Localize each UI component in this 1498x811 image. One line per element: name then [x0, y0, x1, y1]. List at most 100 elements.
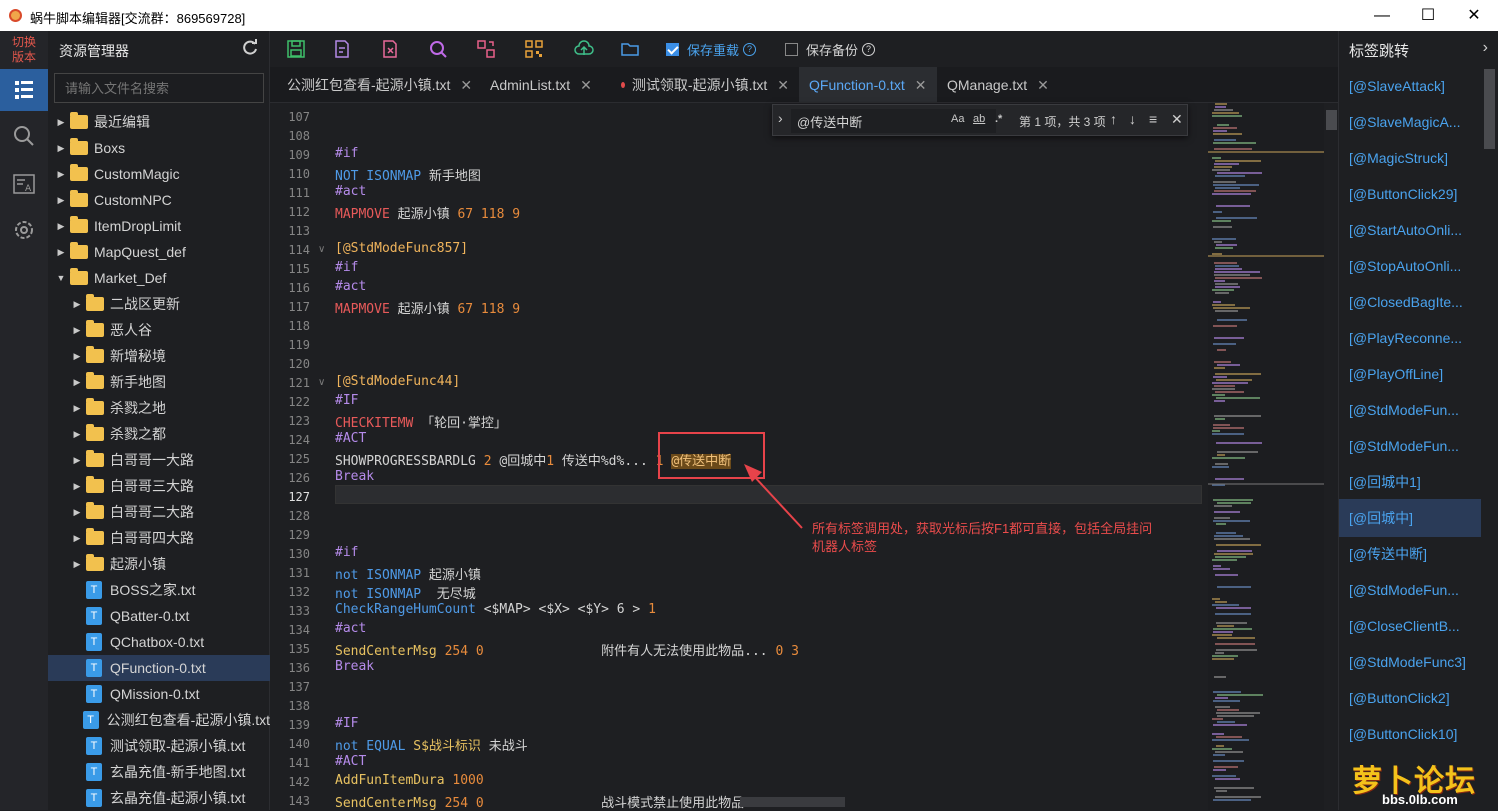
label-jump-item[interactable]: [@SlaveAttack] [1339, 67, 1481, 105]
chevron-right-icon[interactable]: ▶ [72, 481, 82, 492]
editor-tab[interactable]: QManage.txt ✕ [937, 67, 1059, 103]
label-jump-item[interactable]: [@ClosedBagIte... [1339, 283, 1481, 321]
settings-activity-button[interactable] [0, 209, 48, 251]
label-jump-item[interactable]: [@传送中断] [1339, 535, 1481, 573]
tree-folder[interactable]: ▼ Market_Def [48, 265, 270, 291]
save-reload-checkbox[interactable] [666, 42, 679, 56]
label-jump-item[interactable]: [@StdModeFun... [1339, 571, 1481, 609]
tree-folder[interactable]: ▶ 二战区更新 [48, 291, 270, 317]
code-line[interactable]: CheckRangeHumCount <$MAP> <$X> <$Y> 6 > … [335, 602, 656, 617]
tree-file[interactable]: T QFunction-0.txt [48, 655, 270, 681]
code-line[interactable]: not ISONMAP 无尽城 [335, 583, 476, 602]
edit-file-icon[interactable] [332, 39, 352, 59]
close-tab-icon[interactable]: ✕ [580, 77, 592, 94]
code-line[interactable]: #act [335, 621, 366, 636]
tree-folder[interactable]: ▶ CustomNPC [48, 187, 270, 213]
tree-folder[interactable]: ▶ CustomMagic [48, 161, 270, 187]
minimize-button[interactable]: — [1359, 0, 1405, 31]
tree-folder[interactable]: ▶ 白哥哥三大路 [48, 473, 270, 499]
code-line[interactable]: #if [335, 545, 358, 560]
code-line[interactable]: [@StdModeFunc44] [335, 374, 460, 389]
label-jump-item[interactable]: [@StdModeFunc3] [1339, 643, 1481, 681]
cloud-upload-icon[interactable] [574, 39, 594, 59]
close-window-button[interactable]: ✕ [1451, 0, 1497, 31]
qrcode-icon[interactable] [524, 39, 544, 59]
tree-folder[interactable]: ▶ 新手地图 [48, 369, 270, 395]
close-tab-icon[interactable]: ✕ [1037, 77, 1049, 94]
chevron-right-icon[interactable]: ▶ [72, 325, 82, 336]
chevron-right-icon[interactable]: ▶ [72, 377, 82, 388]
tree-file[interactable]: T QMission-0.txt [48, 681, 270, 707]
tree-file[interactable]: T BOSS之家.txt [48, 577, 270, 603]
label-jump-item[interactable]: [@StartAutoOnli... [1339, 211, 1481, 249]
code-line[interactable]: SendCenterMsg 254 0 附件有人无法使用此物品... 0 3 [335, 640, 799, 659]
code-line[interactable]: #if [335, 260, 358, 275]
horizontal-scrollbar-thumb[interactable] [740, 797, 845, 807]
code-line[interactable]: #act [335, 184, 366, 199]
chevron-right-icon[interactable]: ▶ [56, 247, 66, 258]
tree-folder[interactable]: ▶ 白哥哥四大路 [48, 525, 270, 551]
editor-tab[interactable]: 公测红包查看-起源小镇.txt ✕ [270, 67, 480, 103]
label-jump-item[interactable]: [@PlayReconne... [1339, 319, 1481, 357]
code-line[interactable]: #IF [335, 393, 358, 408]
transfer-icon[interactable] [476, 39, 496, 59]
label-jump-item[interactable]: [@回城中1] [1339, 463, 1481, 501]
code-line[interactable]: AddFunItemDura 1000 [335, 773, 484, 788]
tree-folder[interactable]: ▶ Boxs [48, 135, 270, 161]
code-line[interactable]: #ACT [335, 431, 366, 446]
label-jump-item[interactable]: [@CloseClientB... [1339, 607, 1481, 645]
label-jump-item[interactable]: [@ButtonClick10] [1339, 715, 1481, 753]
chevron-right-icon[interactable]: ▶ [56, 169, 66, 180]
minimap[interactable] [1208, 103, 1324, 810]
explorer-activity-button[interactable] [0, 69, 48, 111]
tree-folder[interactable]: ▶ 杀戮之都 [48, 421, 270, 447]
tree-folder[interactable]: ▶ 起源小镇 [48, 551, 270, 577]
code-line[interactable]: SendCenterMsg 254 0 战斗模式禁止使用此物品... 0 3 [335, 792, 799, 810]
next-match-button[interactable]: ↓ [1129, 111, 1136, 127]
code-editor[interactable]: 107 108 109 110 111 112 113 114 ∨ 115 116 117 118 119… [270, 103, 1338, 810]
fold-chevron-icon[interactable]: ∨ [318, 377, 325, 388]
label-jump-item[interactable]: [@PlayOffLine] [1339, 355, 1481, 393]
save-backup-checkbox[interactable] [785, 42, 798, 56]
code-line[interactable]: MAPMOVE 起源小镇 67 118 9 [335, 203, 520, 222]
tree-file[interactable]: T QChatbox-0.txt [48, 629, 270, 655]
match-word-toggle[interactable]: ab [973, 113, 985, 125]
chevron-down-icon[interactable]: ▼ [56, 273, 66, 283]
close-find-button[interactable]: ✕ [1171, 111, 1183, 128]
scrollbar-thumb[interactable] [1326, 110, 1337, 130]
tree-folder[interactable]: ▶ 最近编辑 [48, 109, 270, 135]
chevron-right-icon[interactable]: ▶ [72, 507, 82, 518]
label-jump-item[interactable]: [@回城中] [1339, 499, 1481, 537]
code-line[interactable]: NOT ISONMAP 新手地图 [335, 165, 481, 184]
tree-file[interactable]: T 玄晶充值-起源小镇.txt [48, 785, 270, 811]
collapse-panel-icon[interactable]: › [1483, 39, 1488, 57]
code-line[interactable]: #act [335, 279, 366, 294]
editor-tab[interactable]: AdminList.txt ✕ [480, 67, 611, 103]
tree-folder[interactable]: ▶ 白哥哥二大路 [48, 499, 270, 525]
code-line[interactable]: not EQUAL S$战斗标识 未战斗 [335, 735, 528, 754]
fold-chevron-icon[interactable]: ∨ [318, 244, 325, 255]
label-jump-item[interactable]: [@ButtonClick29] [1339, 175, 1481, 213]
find-in-selection-button[interactable]: ≡ [1149, 111, 1157, 127]
close-tab-icon[interactable]: ✕ [777, 77, 789, 94]
label-jump-item[interactable]: [@SlaveMagicA... [1339, 103, 1481, 141]
chevron-right-icon[interactable]: ▶ [72, 351, 82, 362]
tree-folder[interactable]: ▶ 新增秘境 [48, 343, 270, 369]
search-activity-button[interactable] [0, 115, 48, 157]
chevron-right-icon[interactable]: ▶ [72, 429, 82, 440]
label-jump-item[interactable]: [@StopAutoOnli... [1339, 247, 1481, 285]
find-icon[interactable] [428, 39, 448, 59]
code-line[interactable]: Break [335, 469, 374, 484]
chevron-right-icon[interactable]: ▶ [72, 403, 82, 414]
tree-file[interactable]: T 玄晶充值-新手地图.txt [48, 759, 270, 785]
label-list-scrollbar[interactable] [1484, 69, 1495, 149]
tree-file[interactable]: T 公测红包查看-起源小镇.txt [48, 707, 270, 733]
save-icon[interactable] [286, 39, 306, 59]
tree-folder[interactable]: ▶ 恶人谷 [48, 317, 270, 343]
close-tab-icon[interactable]: ✕ [915, 77, 927, 94]
chevron-right-icon[interactable]: ▶ [72, 299, 82, 310]
code-line[interactable]: #ACT [335, 754, 366, 769]
code-line[interactable]: #if [335, 146, 358, 161]
code-line[interactable]: #IF [335, 716, 358, 731]
tree-file[interactable]: T QBatter-0.txt [48, 603, 270, 629]
